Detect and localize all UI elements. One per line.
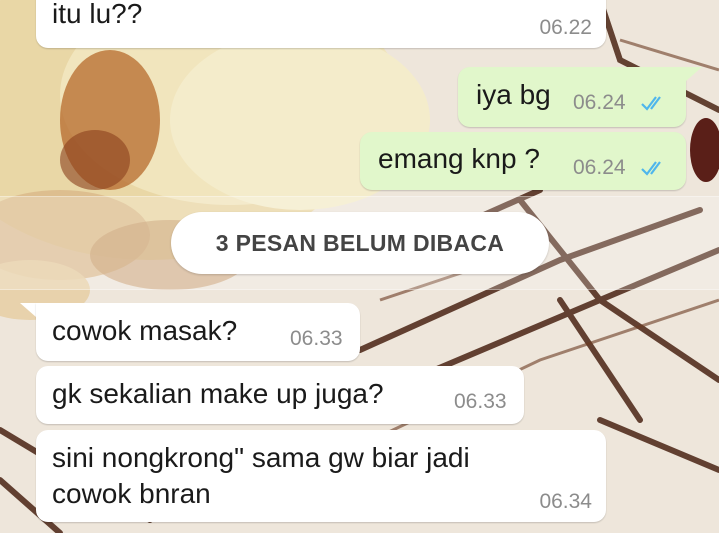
message-text: iya bg (476, 79, 551, 110)
unread-messages-label: 3 PESAN BELUM DIBACA (215, 229, 505, 256)
message-bubble-incoming[interactable]: itu lu?? 06.22 (36, 0, 606, 48)
message-bubble-outgoing[interactable]: iya bg 06.24 (458, 67, 686, 127)
message-text: cowok masak? (52, 315, 238, 346)
message-text-line-2: cowok bnran (52, 478, 211, 509)
message-bubble-outgoing[interactable]: emang knp ? 06.24 (360, 132, 686, 190)
message-bubble-incoming[interactable]: sini nongkrong" sama gw biar jadi cowok … (36, 430, 606, 522)
message-text: itu lu?? (52, 0, 143, 29)
message-text-line-1: sini nongkrong" sama gw biar jadi (52, 442, 470, 473)
message-bubble-incoming[interactable]: gk sekalian make up juga? 06.33 (36, 366, 524, 424)
message-time: 06.24 (573, 156, 626, 179)
message-bubble-incoming[interactable]: cowok masak? 06.33 (36, 303, 360, 361)
message-time: 06.33 (454, 390, 507, 413)
message-time: 06.34 (539, 490, 592, 513)
message-text: gk sekalian make up juga? (52, 378, 384, 409)
message-time: 06.33 (290, 327, 343, 350)
unread-messages-badge: 3 PESAN BELUM DIBACA (171, 212, 549, 274)
double-check-read-icon (640, 93, 670, 118)
message-text: emang knp ? (378, 143, 540, 174)
double-check-read-icon (640, 158, 670, 183)
message-time: 06.24 (573, 91, 626, 114)
message-time: 06.22 (539, 16, 592, 39)
